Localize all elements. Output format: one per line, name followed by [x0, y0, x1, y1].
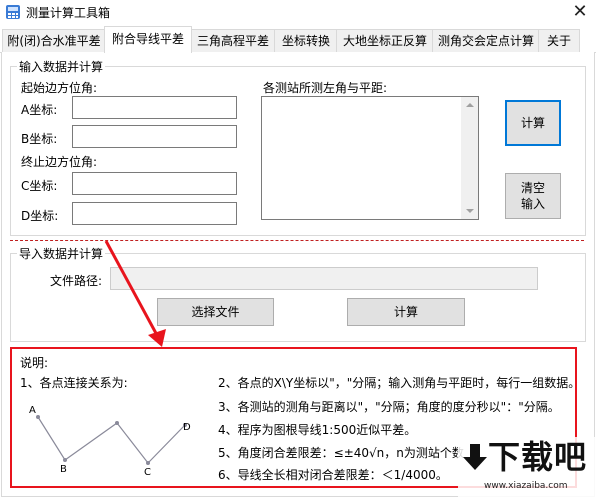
close-icon[interactable]: ✕ [568, 1, 592, 23]
point-b-marker [63, 458, 67, 462]
end-azimuth-label: 终止边方位角: [21, 155, 98, 169]
c-coord-input[interactable] [72, 172, 237, 195]
point-b-label: B [60, 464, 67, 475]
note-item-5: 5、角度闭合差限差：≤±40√n，n为测站个数 [218, 446, 464, 460]
scroll-down-icon[interactable] [466, 209, 474, 213]
point-a-label: A [29, 405, 36, 416]
tab-about[interactable]: 关于 [538, 29, 580, 52]
point-a-marker [36, 415, 40, 419]
point-c-label: C [144, 467, 151, 478]
a-coord-input[interactable] [72, 96, 237, 119]
point-c-marker [146, 461, 150, 465]
import-group-title: 导入数据并计算 [17, 245, 106, 262]
d-coord-label: D坐标: [21, 209, 59, 223]
c-coord-label: C坐标: [21, 179, 58, 193]
tab-geodetic[interactable]: 大地坐标正反算 [336, 29, 434, 52]
clear-button-line2: 输入 [520, 197, 545, 211]
watermark-text: 下载吧 [488, 438, 588, 476]
app-icon [6, 5, 20, 19]
note-item-6: 6、导线全长相对闭合差限差：＜1/4000。 [218, 468, 448, 482]
b-coord-input[interactable] [72, 125, 237, 148]
tab-traverse[interactable]: 附合导线平差 [104, 26, 192, 53]
title-bar: 测量计算工具箱 ✕ [0, 0, 596, 26]
tab-leveling[interactable]: 附(闭)合水准平差 [2, 29, 106, 52]
separator-line [10, 240, 584, 241]
download-icon [463, 444, 487, 470]
note-item-3: 3、各测站的测角与距离以"，"分隔；角度的度分秒以"："分隔。 [218, 400, 560, 414]
notes-heading: 说明: [20, 356, 49, 370]
scroll-up-icon[interactable] [466, 103, 474, 107]
clear-button-line1: 清空 [520, 181, 545, 195]
note-item-4: 4、程序为图根导线1:500近似平差。 [218, 423, 417, 437]
calc-button[interactable]: 计算 [505, 100, 561, 146]
clear-input-button[interactable]: 清空 输入 [505, 173, 561, 219]
tab-intersection[interactable]: 测角交会定点计算 [432, 29, 540, 52]
tab-trig-height[interactable]: 三角高程平差 [190, 29, 276, 52]
file-path-label: 文件路径: [50, 274, 103, 288]
window-title: 测量计算工具箱 [26, 6, 111, 20]
point-mid-marker [115, 421, 119, 425]
annotation-arrow [104, 240, 166, 347]
traverse-line [37, 416, 186, 464]
annotation-arrow-shaft [104, 240, 160, 338]
point-d-label: D [183, 422, 191, 433]
note-item-1: 1、各点连接关系为: [20, 376, 128, 390]
stations-label: 各测站所测左角与平距: [263, 81, 388, 95]
import-calc-button[interactable]: 计算 [347, 298, 465, 326]
annotation-arrow-head [148, 329, 166, 347]
d-coord-input[interactable] [72, 202, 237, 225]
stations-scrollbar[interactable] [461, 97, 478, 219]
note-item-2: 2、各点的X\Y坐标以"，"分隔；输入测角与平距时，每行一组数据。 [218, 376, 581, 390]
watermark: 下载吧 www.xiazaiba.com [458, 437, 596, 498]
input-group-title: 输入数据并计算 [17, 58, 106, 75]
tab-strip: 附(闭)合水准平差 附合导线平差 三角高程平差 坐标转换 大地坐标正反算 测角交… [0, 26, 596, 53]
traverse-diagram: A B C D [29, 405, 191, 478]
b-coord-label: B坐标: [21, 132, 58, 146]
start-azimuth-label: 起始边方位角: [21, 81, 98, 95]
a-coord-label: A坐标: [21, 103, 58, 117]
tab-coord-transform[interactable]: 坐标转换 [274, 29, 338, 52]
stations-textarea[interactable] [261, 96, 479, 220]
watermark-url: www.xiazaiba.com [484, 481, 568, 491]
